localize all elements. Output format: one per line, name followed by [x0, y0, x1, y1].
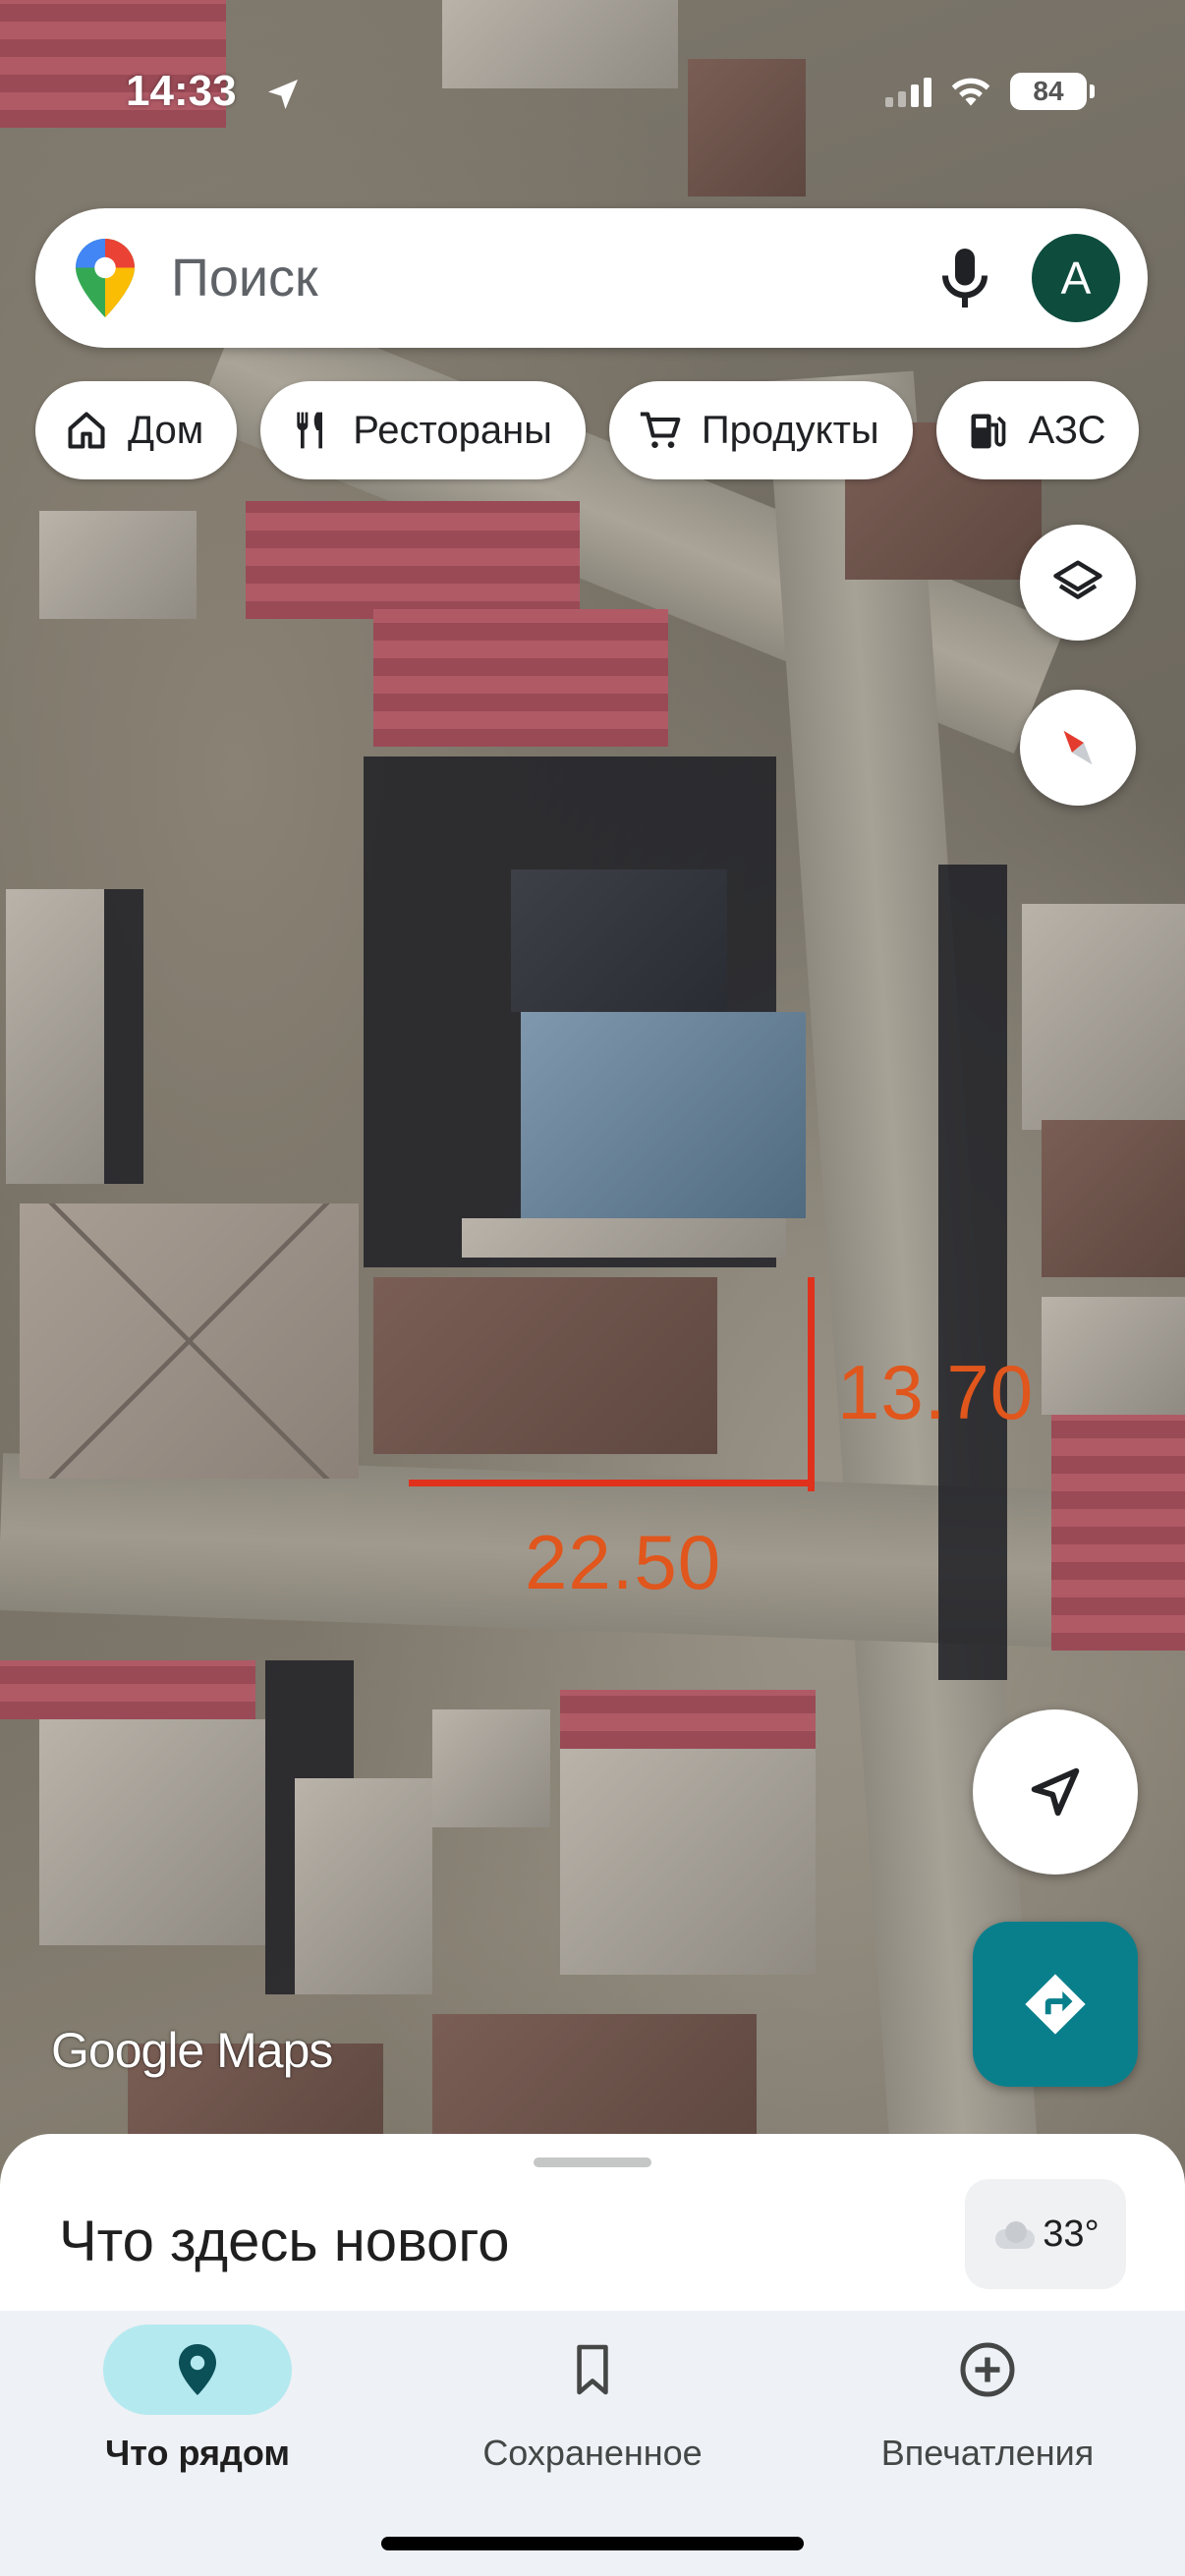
wifi-icon	[951, 78, 990, 106]
google-maps-watermark: Google Maps	[51, 2023, 333, 2078]
cloud-icon	[991, 2219, 1036, 2249]
chip-gas-stations[interactable]: АЗС	[935, 381, 1140, 479]
search-bar[interactable]: Поиск A	[35, 208, 1148, 348]
map-shadow	[104, 889, 143, 1184]
add-circle-icon	[960, 2342, 1015, 2397]
chip-groceries[interactable]: Продукты	[608, 381, 913, 479]
measure-line-horizontal	[409, 1480, 815, 1486]
map-building	[6, 889, 104, 1184]
google-maps-pin-icon	[76, 239, 135, 317]
chip-label: АЗС	[1028, 408, 1106, 452]
navigation-arrow-icon	[1031, 1767, 1080, 1817]
location-arrow-icon	[268, 80, 298, 109]
measure-line-vertical	[808, 1277, 815, 1491]
chip-label: Продукты	[701, 408, 879, 452]
nav-icon-holder	[893, 2324, 1082, 2415]
nav-explore[interactable]: Что рядом	[0, 2311, 395, 2507]
nav-saved[interactable]: Сохраненное	[395, 2311, 790, 2507]
nav-icon-holder	[498, 2324, 687, 2415]
map-building	[246, 501, 580, 619]
chip-restaurants[interactable]: Рестораны	[260, 381, 586, 479]
compass-button[interactable]	[1020, 690, 1136, 806]
nav-contribute[interactable]: Впечатления	[790, 2311, 1185, 2507]
layers-icon	[1053, 560, 1102, 599]
explore-pin-icon	[179, 2344, 216, 2395]
weather-badge[interactable]: 33°	[965, 2179, 1126, 2289]
map-building	[39, 1719, 265, 1945]
map-building	[688, 59, 806, 196]
map-building	[560, 1749, 816, 1975]
map-building	[1022, 904, 1185, 1130]
chip-label: Дом	[128, 408, 204, 452]
directions-button[interactable]	[973, 1922, 1138, 2087]
weather-temperature: 33°	[1043, 2212, 1100, 2255]
map-building	[432, 2014, 757, 2142]
nav-label: Что рядом	[105, 2433, 290, 2473]
category-chips: Дом Рестораны Продукты АЗС	[35, 381, 1140, 479]
status-time: 14:33	[126, 67, 237, 115]
map-building	[432, 1709, 550, 1827]
search-input[interactable]: Поиск	[171, 248, 935, 308]
nav-active-indicator	[103, 2324, 292, 2415]
layers-button[interactable]	[1020, 525, 1136, 641]
cellular-signal-icon	[885, 76, 931, 107]
account-avatar[interactable]: A	[1032, 234, 1120, 322]
chip-home[interactable]: Дом	[35, 381, 238, 479]
map-building	[373, 609, 668, 747]
map-building	[1042, 1297, 1185, 1415]
map-building	[1051, 1415, 1185, 1651]
fork-knife-icon	[297, 412, 323, 449]
microphone-icon[interactable]	[935, 244, 994, 312]
chip-label: Рестораны	[353, 408, 552, 452]
measure-label-horizontal: 22.50	[525, 1519, 722, 1605]
sheet-drag-handle[interactable]	[534, 2157, 651, 2167]
home-icon	[68, 412, 105, 449]
my-location-button[interactable]	[973, 1709, 1138, 1875]
gas-station-icon	[971, 414, 1005, 449]
map-building	[39, 511, 197, 619]
map-building	[462, 1218, 786, 1258]
map-building	[20, 1204, 359, 1479]
measure-label-vertical: 13.70	[837, 1349, 1035, 1435]
map-building	[521, 1012, 806, 1218]
bookmark-icon	[577, 2344, 608, 2395]
home-indicator[interactable]	[381, 2537, 804, 2550]
status-indicators: 84	[885, 73, 1095, 110]
battery-indicator: 84	[1010, 73, 1095, 110]
compass-icon	[1063, 730, 1093, 765]
map-building	[1042, 1120, 1185, 1277]
map-building	[373, 1277, 717, 1454]
cart-icon	[640, 412, 681, 448]
map-shadow	[938, 865, 1007, 1680]
nav-label: Сохраненное	[482, 2433, 703, 2473]
sheet-title: Что здесь нового	[59, 2210, 510, 2273]
map-building	[511, 869, 727, 1012]
map-building	[0, 1660, 255, 1719]
map-building	[560, 1690, 816, 1749]
map-building	[295, 1778, 432, 1994]
nav-label: Впечатления	[880, 2433, 1095, 2473]
map-building	[442, 0, 678, 88]
directions-icon	[1025, 1974, 1086, 2035]
